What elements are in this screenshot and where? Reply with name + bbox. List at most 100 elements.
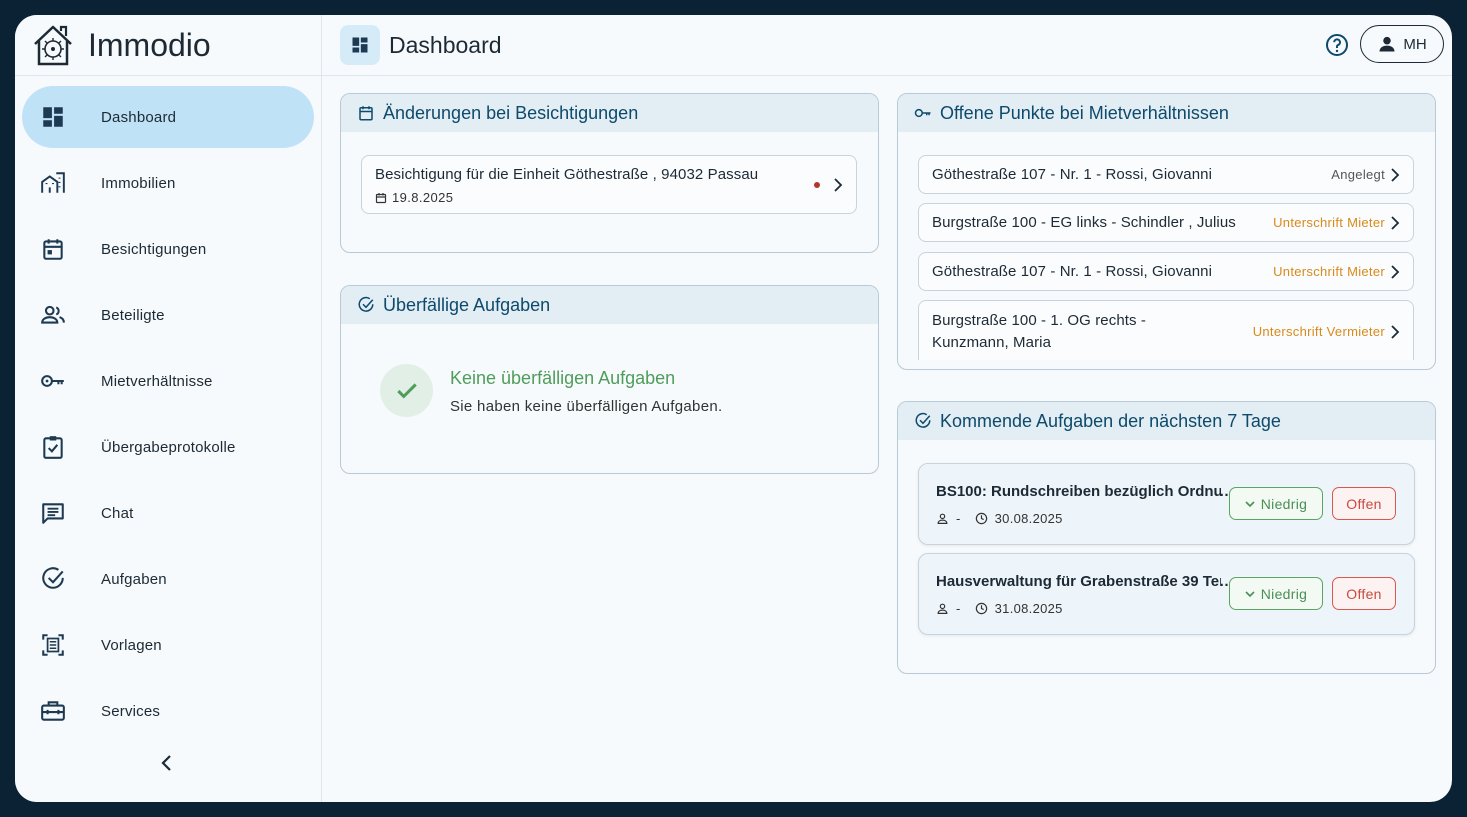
sidebar-item-label: Vorlagen <box>101 636 162 654</box>
open-point-item[interactable]: Burgstraße 100 - EG links - Schindler , … <box>918 203 1414 242</box>
open-point-text-line2: Kunzmann, Maria <box>932 334 1052 351</box>
check-circle-icon <box>42 567 64 589</box>
key-icon <box>914 108 931 118</box>
chevron-down-icon <box>1245 500 1255 507</box>
viewing-date-text: 19.8.2025 <box>392 190 454 205</box>
status-badge[interactable]: Offen <box>1332 487 1396 520</box>
help-icon[interactable] <box>1325 33 1349 57</box>
sidebar-item-chat[interactable]: Chat <box>22 482 314 544</box>
page-icon <box>340 25 380 65</box>
chevron-right-icon <box>1391 265 1400 279</box>
status-label: Unterschrift Mieter <box>1273 215 1385 230</box>
card-title: Überfällige Aufgaben <box>383 294 551 315</box>
status-label: Offen <box>1346 495 1382 512</box>
task-title: BS100: Rundschreiben bezüglich Ordnung i… <box>936 483 1221 500</box>
sidebar-item-label: Immobilien <box>101 174 176 192</box>
sidebar-item-uebergabeprotokolle[interactable]: Übergabeprotokolle <box>22 416 314 478</box>
sidebar-item-beteiligte[interactable]: Beteiligte <box>22 284 314 346</box>
open-point-text: Göthestraße 107 - Nr. 1 - Rossi, Giovann… <box>932 263 1213 280</box>
card-header: Offene Punkte bei Mietverhältnissen <box>898 94 1435 132</box>
card-title: Offene Punkte bei Mietverhältnissen <box>940 102 1229 123</box>
task-meta: - 30.08.2025 <box>936 511 1063 526</box>
clock-icon <box>975 512 987 525</box>
house-logo-icon <box>34 25 72 66</box>
chevron-right-icon <box>1391 216 1400 230</box>
task-assignee: - <box>956 601 961 616</box>
sidebar-item-aufgaben[interactable]: Aufgaben <box>22 548 314 610</box>
template-icon <box>42 634 64 656</box>
app-name: Immodio <box>88 26 211 63</box>
status-label: Offen <box>1346 585 1382 602</box>
topbar: Dashboard MH <box>322 15 1452 76</box>
success-check-icon <box>380 364 433 417</box>
task-date: 31.08.2025 <box>994 601 1063 616</box>
open-points-card: Offene Punkte bei Mietverhältnissen Göth… <box>897 93 1436 370</box>
overdue-card: Überfällige Aufgaben Keine überfälligen … <box>340 285 879 474</box>
sidebar-nav: Dashboard Immobilien Besichtigungen Bete… <box>15 76 321 742</box>
people-icon <box>41 305 65 324</box>
chevron-down-icon <box>1245 590 1255 597</box>
priority-badge[interactable]: Niedrig <box>1229 577 1323 610</box>
user-initials: MH <box>1403 35 1427 53</box>
viewing-item[interactable]: Besichtigung für die Einheit Göthestraße… <box>361 155 857 214</box>
sidebar-item-label: Aufgaben <box>101 570 167 588</box>
sidebar-item-mietverhaeltnisse[interactable]: Mietverhältnisse <box>22 350 314 412</box>
check-circle-icon <box>358 296 374 312</box>
user-menu-button[interactable]: MH <box>1360 25 1444 63</box>
open-point-text-line1: Burgstraße 100 - 1. OG rechts - <box>932 312 1147 329</box>
status-label: Unterschrift Mieter <box>1273 264 1385 279</box>
sidebar-item-label: Übergabeprotokolle <box>101 438 236 456</box>
open-point-item[interactable]: Göthestraße 107 - Nr. 1 - Rossi, Giovann… <box>918 155 1414 194</box>
open-point-item[interactable]: Göthestraße 107 - Nr. 1 - Rossi, Giovann… <box>918 252 1414 291</box>
calendar-icon <box>43 239 63 260</box>
open-point-text: Burgstraße 100 - EG links - Schindler , … <box>932 214 1236 231</box>
sidebar-item-services[interactable]: Services <box>22 680 314 742</box>
viewings-card: Änderungen bei Besichtigungen Besichtigu… <box>340 93 879 253</box>
sidebar-item-immobilien[interactable]: Immobilien <box>22 152 314 214</box>
clock-icon <box>975 602 987 615</box>
toolbox-icon <box>41 701 65 721</box>
page-title: Dashboard <box>389 31 502 58</box>
priority-badge[interactable]: Niedrig <box>1229 487 1323 520</box>
app-window: Immodio Dashboard Immobilien Besichtigun… <box>15 15 1452 802</box>
open-point-text: Göthestraße 107 - Nr. 1 - Rossi, Giovann… <box>932 166 1213 183</box>
sidebar-item-dashboard[interactable]: Dashboard <box>22 86 314 148</box>
calendar-icon <box>359 106 373 121</box>
status-badge[interactable]: Offen <box>1332 577 1396 610</box>
card-header: Änderungen bei Besichtigungen <box>341 94 878 132</box>
sidebar-item-label: Chat <box>101 504 134 522</box>
unread-dot <box>814 182 820 188</box>
collapse-sidebar-chevron-icon[interactable] <box>155 751 179 775</box>
person-icon <box>937 513 948 524</box>
priority-label: Niedrig <box>1260 585 1308 602</box>
sidebar-item-label: Mietverhältnisse <box>101 372 213 390</box>
sidebar-item-vorlagen[interactable]: Vorlagen <box>22 614 314 676</box>
viewing-item-text: Besichtigung für die Einheit Göthestraße… <box>375 166 759 183</box>
card-title: Änderungen bei Besichtigungen <box>383 102 639 123</box>
task-meta: - 31.08.2025 <box>936 601 1063 616</box>
viewing-item-date: 19.8.2025 <box>375 190 453 205</box>
upcoming-tasks-card: Kommende Aufgaben der nächsten 7 Tage BS… <box>897 401 1436 674</box>
task-card[interactable]: Hausverwaltung für Grabenstraße 39 Termi… <box>918 553 1415 635</box>
task-assignee: - <box>956 511 961 526</box>
chevron-right-icon <box>1391 168 1400 182</box>
brand: Immodio <box>15 15 321 76</box>
chevron-right-icon <box>834 178 843 192</box>
open-point-item[interactable]: Burgstraße 100 - 1. OG rechts - Kunzmann… <box>918 300 1414 360</box>
task-date: 30.08.2025 <box>994 511 1063 526</box>
priority-label: Niedrig <box>1260 495 1308 512</box>
task-card[interactable]: BS100: Rundschreiben bezüglich Ordnung i… <box>918 463 1415 545</box>
clipboard-check-icon <box>43 436 63 459</box>
chat-icon <box>42 503 64 524</box>
sidebar: Immodio Dashboard Immobilien Besichtigun… <box>15 15 322 802</box>
status-label: Angelegt <box>1331 167 1385 182</box>
person-icon <box>937 603 948 614</box>
building-icon <box>41 172 65 193</box>
empty-state-title: Keine überfälligen Aufgaben <box>450 368 676 388</box>
empty-state-text: Sie haben keine überfälligen Aufgaben. <box>450 398 723 415</box>
status-label: Unterschrift Vermieter <box>1252 324 1385 339</box>
check-circle-icon <box>915 412 931 428</box>
key-icon <box>41 375 64 387</box>
calendar-small-icon <box>375 192 387 203</box>
sidebar-item-besichtigungen[interactable]: Besichtigungen <box>22 218 314 280</box>
